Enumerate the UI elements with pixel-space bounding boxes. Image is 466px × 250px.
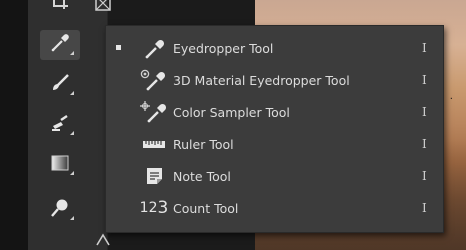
shortcut-key: I <box>422 73 427 87</box>
menu-item-label: Color Sampler Tool <box>173 104 290 120</box>
3d-material-eyedropper-icon <box>136 66 172 94</box>
eyedropper-tool-button[interactable] <box>40 30 80 60</box>
gradient-icon <box>49 152 71 178</box>
submenu-indicator-icon <box>70 131 74 135</box>
menu-item-count-tool[interactable]: 123 Count Tool I <box>106 192 443 224</box>
panel-gap <box>0 0 28 250</box>
brush-icon <box>49 72 71 98</box>
crop-icon <box>49 0 71 16</box>
menu-item-label: 3D Material Eyedropper Tool <box>173 72 350 88</box>
menu-item-note-tool[interactable]: Note Tool I <box>106 160 443 192</box>
clone-stamp-icon <box>49 112 71 138</box>
menu-item-eyedropper-tool[interactable]: Eyedropper Tool I <box>106 32 443 64</box>
eyedropper-icon <box>49 32 71 58</box>
count-icon: 123 <box>136 194 172 222</box>
crop-tool-button[interactable] <box>40 0 80 18</box>
menu-item-label: Ruler Tool <box>173 136 234 152</box>
tools-panel <box>28 0 111 250</box>
shortcut-key: I <box>422 169 427 183</box>
submenu-indicator-icon <box>70 51 74 55</box>
ruler-icon <box>136 130 172 158</box>
color-sampler-icon <box>136 98 172 126</box>
menu-item-ruler-tool[interactable]: Ruler Tool I <box>106 128 443 160</box>
eyedropper-icon <box>136 34 172 62</box>
brush-tool-button[interactable] <box>40 70 80 100</box>
note-icon <box>136 162 172 190</box>
submenu-indicator-icon <box>70 91 74 95</box>
frame-tool-button[interactable] <box>88 0 118 18</box>
menu-item-label: Eyedropper Tool <box>173 40 274 56</box>
menu-item-label: Note Tool <box>173 168 231 184</box>
shortcut-key: I <box>422 105 427 119</box>
count-icon-digit: 2 <box>148 200 158 216</box>
menu-item-color-sampler-tool[interactable]: Color Sampler Tool I <box>106 96 443 128</box>
dodge-icon <box>49 197 71 223</box>
submenu-indicator-icon <box>70 216 74 220</box>
clone-stamp-tool-button[interactable] <box>40 110 80 140</box>
submenu-indicator-icon <box>70 171 74 175</box>
shortcut-key: I <box>422 41 427 55</box>
selected-indicator <box>116 45 121 50</box>
gradient-tool-button[interactable] <box>40 150 80 180</box>
menu-item-3d-material-eyedropper-tool[interactable]: 3D Material Eyedropper Tool I <box>106 64 443 96</box>
frame-icon <box>93 0 113 17</box>
dodge-tool-button[interactable] <box>40 195 80 225</box>
count-icon-digit: 3 <box>157 198 169 218</box>
tool-flyout-menu: Eyedropper Tool I 3D Material Eyedropper… <box>105 25 444 233</box>
shortcut-key: I <box>422 201 427 215</box>
shortcut-key: I <box>422 137 427 151</box>
menu-item-label: Count Tool <box>173 200 239 216</box>
count-icon-digit: 1 <box>139 200 149 216</box>
